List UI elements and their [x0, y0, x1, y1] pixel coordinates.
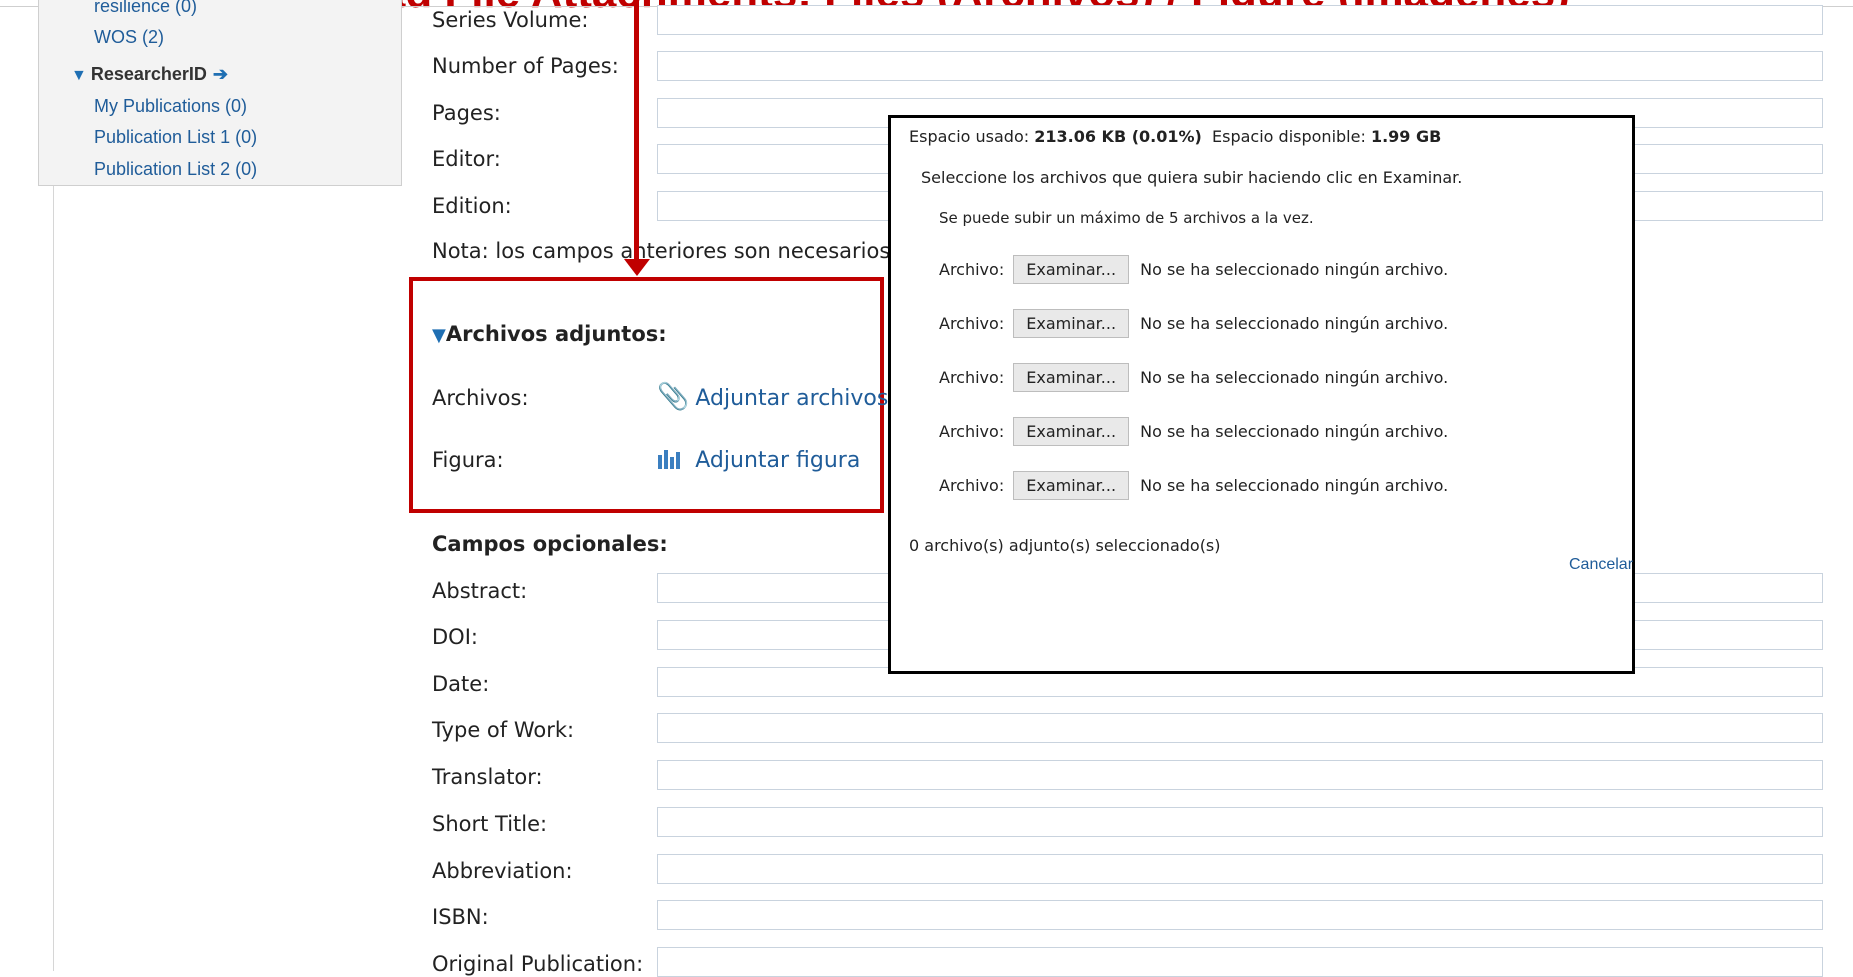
file-row: Archivo: Examinar... No se ha selecciona… [939, 417, 1448, 447]
file-status: No se ha seleccionado ningún archivo. [1140, 314, 1449, 333]
file-row: Archivo: Examinar... No se ha selecciona… [939, 471, 1448, 501]
attachments-title-text: Archivos adjuntos: [445, 322, 667, 346]
label-edition: Edition: [432, 194, 512, 218]
file-row: Archivo: Examinar... No se ha selecciona… [939, 363, 1448, 393]
isbn-input[interactable] [657, 900, 1823, 930]
label-archivos: Archivos: [432, 386, 529, 410]
upload-instruction: Seleccione los archivos que quiera subir… [921, 168, 1463, 187]
attachments-section-title[interactable]: ▼Archivos adjuntos: [432, 322, 667, 346]
file-row: Archivo: Examinar... No se ha selecciona… [939, 309, 1448, 339]
file-label: Archivo: [939, 260, 1005, 279]
annotation-arrow-shaft [634, 0, 639, 262]
cancel-link[interactable]: Cancelar [1569, 556, 1633, 574]
sidebar: resilience (0) WOS (2) ▼ ResearcherID ➔ My… [38, 0, 402, 186]
sidebar-item-publication-list-1[interactable]: Publication List 1 (0) [94, 127, 257, 148]
optional-fields-heading: Campos opcionales: [432, 532, 668, 556]
translator-input[interactable] [657, 760, 1823, 790]
label-doi: DOI: [432, 625, 478, 649]
file-status: No se ha seleccionado ningún archivo. [1140, 476, 1449, 495]
browse-button[interactable]: Examinar... [1013, 309, 1130, 338]
label-isbn: ISBN: [432, 905, 489, 929]
label-editor: Editor: [432, 147, 501, 171]
label-date: Date: [432, 672, 490, 696]
sidebar-item-publication-list-2[interactable]: Publication List 2 (0) [94, 159, 257, 180]
label-figura: Figura: [432, 448, 504, 472]
attach-figure-text: Adjuntar figura [695, 448, 861, 473]
attach-files-link[interactable]: 📎 Adjuntar archivos [657, 382, 888, 412]
content-left-border [53, 185, 54, 971]
used-label: Espacio usado: [909, 127, 1030, 146]
label-number-of-pages: Number of Pages: [432, 54, 619, 78]
sidebar-item-resilience[interactable]: resilience (0) [94, 0, 197, 17]
file-row: Archivo: Examinar... No se ha selecciona… [939, 255, 1448, 285]
number-of-pages-input[interactable] [657, 51, 1823, 81]
browse-button[interactable]: Examinar... [1013, 363, 1130, 392]
label-series-volume: Series Volume: [432, 8, 589, 32]
label-original-publication: Original Publication: [432, 952, 644, 976]
file-label: Archivo: [939, 476, 1005, 495]
file-label: Archivo: [939, 368, 1005, 387]
file-status: No se ha seleccionado ningún archivo. [1140, 260, 1449, 279]
label-pages: Pages: [432, 101, 501, 125]
label-type-of-work: Type of Work: [432, 718, 575, 742]
available-value: 1.99 GB [1370, 127, 1442, 146]
browse-button[interactable]: Examinar... [1013, 471, 1130, 500]
sidebar-section-label: ResearcherID [90, 64, 207, 84]
attach-files-text: Adjuntar archivos [695, 386, 889, 411]
triangle-down-icon: ▼ [71, 67, 87, 84]
label-abstract: Abstract: [432, 579, 528, 603]
series-volume-input[interactable] [657, 5, 1823, 35]
file-status: No se ha seleccionado ningún archivo. [1140, 422, 1449, 441]
file-label: Archivo: [939, 314, 1005, 333]
label-abbreviation: Abbreviation: [432, 859, 573, 883]
upload-dialog: Espacio usado: 213.06 KB (0.01%) Espacio… [888, 115, 1635, 674]
sidebar-item-my-publications[interactable]: My Publications (0) [94, 96, 247, 117]
file-status: No se ha seleccionado ningún archivo. [1140, 368, 1449, 387]
required-note: Nota: los campos anteriores son necesari… [432, 239, 891, 263]
used-value: 213.06 KB (0.01%) [1034, 127, 1202, 146]
label-translator: Translator: [432, 765, 543, 789]
browse-button[interactable]: Examinar... [1013, 417, 1130, 446]
bar-chart-icon [657, 444, 689, 474]
original-publication-input[interactable] [657, 947, 1823, 977]
selected-count: 0 archivo(s) adjunto(s) seleccionado(s) [909, 536, 1221, 555]
arrow-right-icon[interactable]: ➔ [213, 64, 228, 84]
upload-max-note: Se puede subir un máximo de 5 archivos a… [939, 209, 1314, 227]
available-label: Espacio disponible: [1212, 127, 1366, 146]
browse-button[interactable]: Examinar... [1013, 255, 1130, 284]
triangle-down-icon: ▼ [432, 325, 446, 346]
attach-figure-link[interactable]: Adjuntar figura [657, 444, 860, 474]
file-label: Archivo: [939, 422, 1005, 441]
storage-usage: Espacio usado: 213.06 KB (0.01%) Espacio… [909, 127, 1441, 146]
short-title-input[interactable] [657, 807, 1823, 837]
paperclip-icon: 📎 [657, 382, 690, 412]
type-of-work-input[interactable] [657, 713, 1823, 743]
sidebar-item-wos[interactable]: WOS (2) [94, 27, 164, 48]
sidebar-section-researcherid[interactable]: ▼ ResearcherID ➔ [71, 64, 228, 85]
label-short-title: Short Title: [432, 812, 548, 836]
annotation-arrow-head [624, 259, 650, 276]
abbreviation-input[interactable] [657, 854, 1823, 884]
